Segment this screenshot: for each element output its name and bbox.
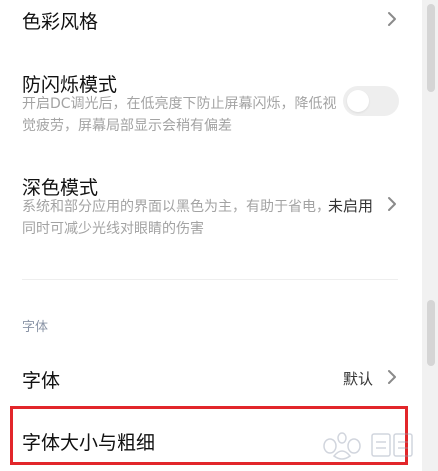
font-title: 字体: [22, 370, 61, 392]
chevron-right-icon: [388, 12, 396, 26]
anti-flicker-toggle[interactable]: [343, 86, 399, 116]
scrollbar[interactable]: [422, 0, 438, 471]
dark-mode-value: 未启用: [328, 197, 374, 215]
scrollbar-thumb-upper[interactable]: [427, 4, 435, 92]
dark-mode-description: 系统和部分应用的界面以黑色为主，有助于省电，同时可减少光线对眼睛的伤害: [22, 199, 330, 237]
chevron-right-icon: [388, 370, 396, 384]
toggle-knob: [347, 90, 369, 112]
color-style-title: 色彩风格: [22, 11, 99, 33]
font-section-label: 字体: [22, 320, 49, 335]
scrollbar-thumb-lower[interactable]: [427, 300, 435, 366]
chevron-right-icon: [388, 197, 396, 211]
font-value: 默认: [343, 370, 374, 388]
baidu-jingyan-watermark-icon: [323, 432, 413, 460]
anti-flicker-description: 开启DC调光后，在低亮度下防止屏幕闪烁，降低视觉疲劳，屏幕局部显示会稍有偏差: [22, 96, 337, 134]
display-settings-page: 色彩风格 防闪烁模式 开启DC调光后，在低亮度下防止屏幕闪烁，降低视觉疲劳，屏幕…: [0, 0, 438, 471]
section-divider: [22, 279, 398, 280]
